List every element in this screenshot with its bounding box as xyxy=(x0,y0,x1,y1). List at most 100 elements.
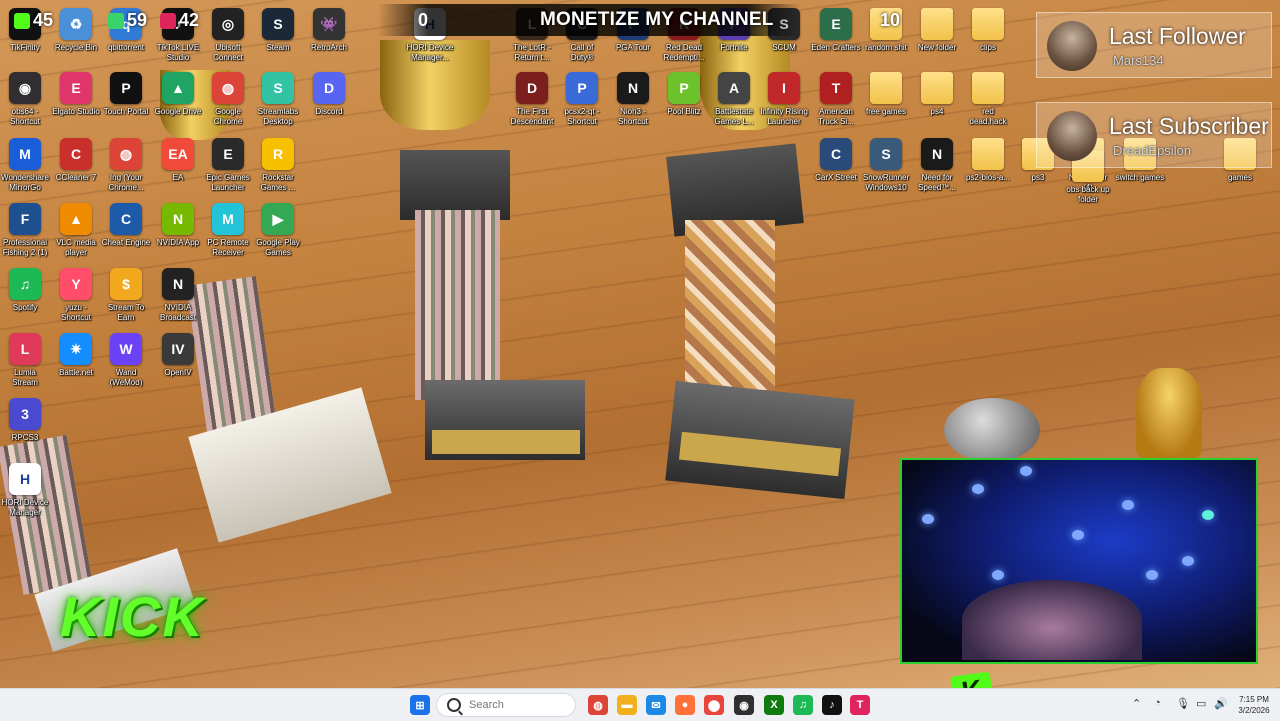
microphone-icon[interactable]: 🎙 xyxy=(1176,697,1190,710)
desktop-icon-battlestate[interactable]: A Battlestate Games L... xyxy=(706,72,762,127)
taskbar-messenger-icon[interactable]: ✉ xyxy=(646,695,666,715)
desktop-icon-google-chrome[interactable]: ◍ Google Chrome xyxy=(200,72,256,127)
last-follower-widget: Last Follower Mars134 xyxy=(1036,12,1272,78)
taskbar-xbox-icon[interactable]: X xyxy=(764,695,784,715)
desktop-icon-spotify[interactable]: ♫ Spotify xyxy=(0,268,53,313)
desktop-icon-label: clips xyxy=(979,43,996,52)
folder-icon xyxy=(870,72,902,104)
nioh3-icon: N xyxy=(617,72,649,104)
taskbar-firefox-icon[interactable]: ● xyxy=(675,695,695,715)
desktop-icon-label: Streamlabs xyxy=(257,107,299,116)
desktop-icon-yuzu[interactable]: Yyuzu - Shortcut xyxy=(48,268,104,323)
desktop-icon-wand[interactable]: W Wand (WeMod) xyxy=(98,333,154,388)
desktop-icon-label: TikTok LIVE xyxy=(156,43,200,52)
desktop-icon-label: Stream To xyxy=(107,303,145,312)
desktop-icon-battle-net[interactable]: ✷ Battle.net xyxy=(48,333,104,378)
desktop-icon-mirrorgo[interactable]: M Wondershare MirrorGo xyxy=(0,138,53,193)
chat-count: 42 xyxy=(160,10,199,31)
desktop-icon-cheat-engine[interactable]: C Cheat Engine xyxy=(98,203,154,248)
network-icon[interactable]: ◔ xyxy=(1154,697,1161,709)
american-truck-icon: T xyxy=(820,72,852,104)
taskbar-start-icon[interactable]: ⊞ xyxy=(410,695,430,715)
desktop-icon-nioh3[interactable]: N Nioh3 - Shortcut xyxy=(605,72,661,127)
google-drive-icon: ▲ xyxy=(162,72,194,104)
desktop-icon-rpcs3[interactable]: 3 RPCS3 xyxy=(0,398,53,443)
search-input[interactable] xyxy=(467,698,571,712)
desktop-icon-red-dead-hack[interactable]: red dead.hack xyxy=(960,72,1016,127)
avatar xyxy=(1047,111,1097,161)
taskbar-search[interactable] xyxy=(436,693,576,717)
desktop-icon-stream-to-earn[interactable]: $ Stream To Earn xyxy=(98,268,154,323)
desktop-icon-pro-fishing[interactable]: F Professional Fishing 2 (1) xyxy=(0,203,53,258)
desktop-icon-recycle-bin[interactable]: ♻ Recycle Bin xyxy=(48,8,104,53)
desktop-icon-ing-chrome[interactable]: ◍ Ing (Your Chrome... xyxy=(98,138,154,193)
infinity-rising-icon: I xyxy=(768,72,800,104)
desktop-icon-ccleaner[interactable]: C CCleaner 7 xyxy=(48,138,104,183)
desktop-icon-need-for-speed[interactable]: N Need for Speed™... xyxy=(909,138,965,193)
desktop-icon-clips[interactable]: clips xyxy=(960,8,1016,53)
desktop-icon-eden-crafters[interactable]: E Eden Crafters xyxy=(808,8,864,53)
lumia-stream-icon: L xyxy=(9,333,41,365)
desktop-icon-label-line2: Shortcut xyxy=(567,117,597,126)
chevron-up-icon[interactable]: ⌃ xyxy=(1132,697,1141,710)
desktop-icon-nvidia-broadcast[interactable]: N NVIDIA Broadcast xyxy=(150,268,206,323)
nvidia-app-icon: N xyxy=(162,203,194,235)
desktop-icon-ps2-bios[interactable]: ps2-bios-a... xyxy=(960,138,1016,183)
desktop-icon-touch-portal[interactable]: P Touch Portal xyxy=(98,72,154,117)
folder-icon xyxy=(972,8,1004,40)
desktop-icon-free-games[interactable]: free games xyxy=(858,72,914,117)
taskbar-spotify-icon[interactable]: ♫ xyxy=(793,695,813,715)
streamlabs-icon: S xyxy=(262,72,294,104)
desktop-icon-steam[interactable]: S Steam xyxy=(250,8,306,53)
desktop-icon-carx-street[interactable]: C CarX Street xyxy=(808,138,864,183)
vlc-icon: ▲ xyxy=(60,203,92,235)
desktop-icon-pcsx2[interactable]: Ppcsx2-qt - Shortcut xyxy=(554,72,610,127)
desktop-icon-infinity-rising[interactable]: I Infinity Rising Launcher xyxy=(756,72,812,127)
desktop-icon-new-folder[interactable]: New folder xyxy=(909,8,965,53)
desktop-icon-elgato-studio[interactable]: E Elgato Studio xyxy=(48,72,104,117)
taskbar-chrome-icon[interactable]: ◍ xyxy=(588,695,608,715)
taskbar-obs-icon[interactable]: ◉ xyxy=(734,695,754,715)
desktop-icon-retroarch[interactable]: 👾 RetroArch xyxy=(301,8,357,53)
wand-icon: W xyxy=(110,333,142,365)
desktop-icon-label-line2: Windows10 xyxy=(865,183,907,192)
desktop-icon-discord[interactable]: D Discord xyxy=(301,72,357,117)
desktop-icon-hori-device-manager[interactable]: H HORI Device Manager xyxy=(0,463,53,518)
desktop-icon-google-drive[interactable]: ▲ Google Drive xyxy=(150,72,206,117)
bar-chart-icon xyxy=(160,12,176,29)
volume-icon[interactable]: 🔊 xyxy=(1214,697,1228,710)
desktop-icon-obs64[interactable]: ◉ obs64 - Shortcut xyxy=(0,72,53,127)
nvidia-broadcast-icon: N xyxy=(162,268,194,300)
desktop-icon-lumia-stream[interactable]: L Lumia Stream xyxy=(0,333,53,388)
desktop-icon-label: Need for xyxy=(921,173,953,182)
viewer-count-value: 59 xyxy=(127,10,148,30)
desktop-icon-nvidia-app[interactable]: N NVIDIA App xyxy=(150,203,206,248)
desktop-icon-streamlabs[interactable]: S Streamlabs Desktop xyxy=(250,72,306,127)
desktop-icon-snowrunner[interactable]: S SnowRunner Windows10 xyxy=(858,138,914,193)
desktop-icon-rockstar[interactable]: R Rockstar Games ... xyxy=(250,138,306,193)
taskbar-file-explorer-icon[interactable]: ▬ xyxy=(617,695,637,715)
taskbar-tiktok-icon[interactable]: ♪ xyxy=(822,695,842,715)
desktop-icon-label-line2: Descendant xyxy=(510,117,554,126)
kick-count: 45 xyxy=(14,10,53,31)
taskbar-tikfinity-icon[interactable]: T xyxy=(850,695,870,715)
desktop-icon-google-play-games[interactable]: ▶ Google Play Games xyxy=(250,203,306,258)
desktop-icon-pool-blitz[interactable]: P Pool Blitz xyxy=(656,72,712,117)
taskbar-maps-icon[interactable]: ⬤ xyxy=(704,695,724,715)
mirrorgo-icon: M xyxy=(9,138,41,170)
desktop-icon-label: Google Drive xyxy=(154,107,202,116)
desktop-icon-openiv[interactable]: IV OpenIV xyxy=(150,333,206,378)
clock[interactable]: 7:15 PM 3/2/2026 xyxy=(1232,694,1276,716)
desktop-icon-epic-games[interactable]: E Epic Games Launcher xyxy=(200,138,256,193)
desktop-icon-label: Rockstar xyxy=(262,173,294,182)
desktop-icon-label: ps3 xyxy=(1031,173,1045,182)
display-icon[interactable]: ▭ xyxy=(1196,697,1206,710)
desktop-icon-first-descendant[interactable]: D The First Descendant xyxy=(504,72,560,127)
desktop-icon-pc-remote[interactable]: M PC Remote Receiver xyxy=(200,203,256,258)
desktop-icon-ea[interactable]: EA EA xyxy=(150,138,206,183)
desktop-icon-label: Battlestate xyxy=(715,107,753,116)
desktop-icon-vlc[interactable]: ▲ VLC media player xyxy=(48,203,104,258)
desktop-icon-american-truck[interactable]: T American Truck Si... xyxy=(808,72,864,127)
desktop-icon-ps4[interactable]: ps4 xyxy=(909,72,965,117)
desktop-icon-ubisoft-connect[interactable]: ◎ Ubisoft Connect xyxy=(200,8,256,63)
